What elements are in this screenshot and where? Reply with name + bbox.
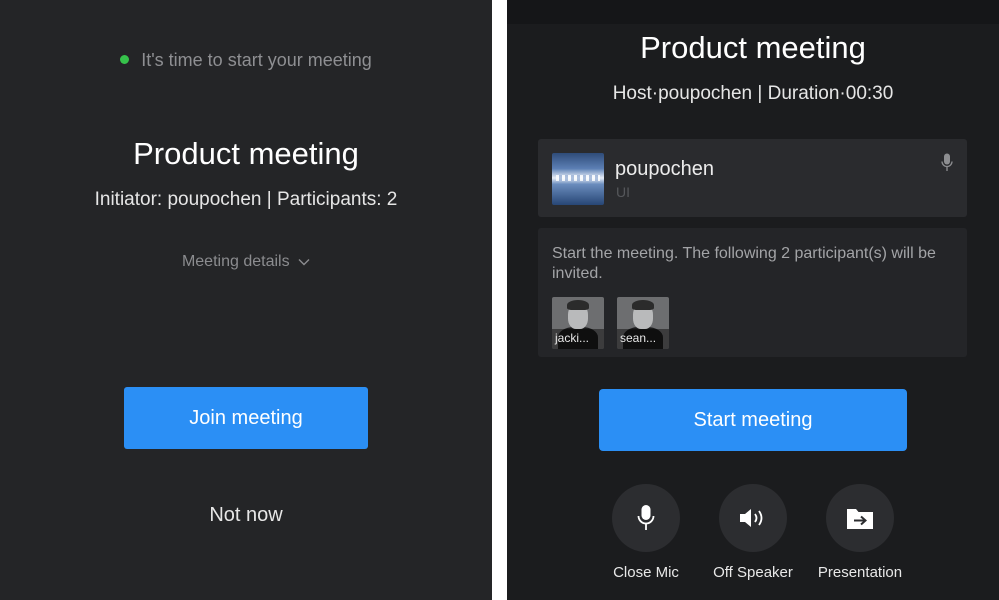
invite-message: Start the meeting. The following 2 parti… [552,245,936,282]
share-folder-icon [847,509,873,529]
off-speaker-label: Off Speaker [713,564,793,581]
meeting-title: Product meeting [640,30,866,65]
chevron-down-icon [298,258,310,266]
join-meeting-button[interactable]: Join meeting [124,387,368,449]
presentation-control[interactable]: Presentation [805,484,915,581]
invite-card: Start the meeting. The following 2 parti… [538,228,967,357]
presentation-label: Presentation [817,564,903,581]
host-name: poupochen [615,158,714,180]
top-bar [507,0,999,24]
mic-icon [637,505,655,530]
status-text: It's time to start your meeting [141,50,372,70]
meeting-title: Product meeting [133,136,359,171]
participant-name: jacki... [552,329,604,349]
not-now-button[interactable]: Not now [0,504,492,527]
start-meeting-button[interactable]: Start meeting [599,389,907,451]
host-card: poupochen UI [538,139,967,217]
meeting-details-label: Meeting details [181,253,290,270]
mic-icon[interactable] [941,153,953,173]
status-dot-icon [120,54,130,64]
meeting-details-toggle[interactable]: Meeting details [0,253,492,271]
participant-avatar: jacki... [552,297,604,349]
start-meeting-panel: Product meeting Host·poupochen | Duratio… [507,0,999,600]
speaker-icon [740,509,763,527]
off-speaker-control[interactable]: Off Speaker [698,484,808,581]
close-mic-label: Close Mic [613,564,679,581]
host-avatar [552,153,604,205]
close-mic-control[interactable]: Close Mic [591,484,701,581]
participant-avatar: sean... [617,297,669,349]
host-subtitle: UI [616,184,630,200]
meeting-initiator-info: Initiator: poupochen | Participants: 2 [94,189,398,210]
participant-name: sean... [617,329,669,349]
meeting-host-info: Host·poupochen | Duration·00:30 [612,83,894,104]
meeting-status: It's time to start your meeting [0,50,492,71]
join-meeting-panel: It's time to start your meeting Product … [0,0,492,600]
